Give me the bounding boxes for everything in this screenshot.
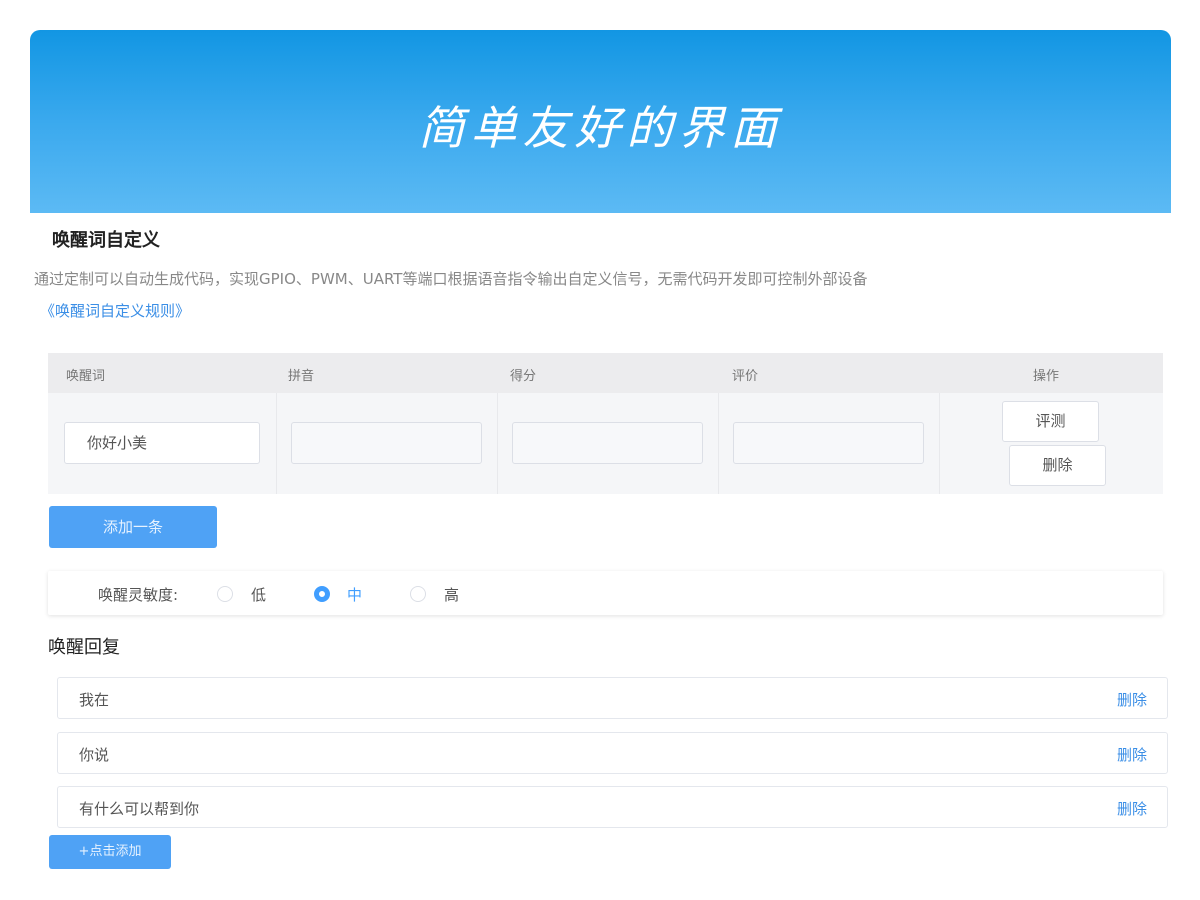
sensitivity-medium-label[interactable]: 中 [347, 584, 362, 605]
sensitivity-label: 唤醒灵敏度: [98, 586, 179, 604]
pinyin-field[interactable] [291, 422, 482, 464]
reply-delete-link[interactable]: 删除 [1117, 744, 1147, 765]
evaluation-field[interactable] [733, 422, 924, 464]
column-header-actions: 操作 [1033, 369, 1060, 384]
column-header-pinyin: 拼音 [288, 369, 315, 384]
column-divider [718, 393, 719, 494]
column-divider [939, 393, 940, 494]
sensitivity-high-radio[interactable] [410, 586, 426, 602]
sensitivity-low-radio[interactable] [217, 586, 233, 602]
section-title: 唤醒词自定义 [52, 230, 160, 251]
banner-title: 简单友好的界面 [418, 101, 783, 155]
add-one-button[interactable]: 添加一条 [49, 506, 217, 548]
delete-row-button[interactable]: 删除 [1009, 445, 1106, 486]
header-banner: 简单友好的界面 [30, 30, 1171, 213]
sensitivity-medium-radio[interactable] [314, 586, 330, 602]
sensitivity-low-label[interactable]: 低 [251, 584, 266, 605]
evaluate-button[interactable]: 评测 [1002, 401, 1099, 442]
column-divider [276, 393, 277, 494]
sensitivity-panel: 唤醒灵敏度: 低 中 高 [48, 571, 1163, 615]
reply-item-text[interactable]: 我在 [79, 689, 109, 710]
reply-section-title: 唤醒回复 [48, 637, 120, 658]
sensitivity-high-label[interactable]: 高 [444, 584, 459, 605]
section-description: 通过定制可以自动生成代码，实现GPIO、PWM、UART等端口根据语音指令输出自… [34, 270, 868, 288]
wake-word-input[interactable]: 你好小美 [64, 422, 260, 464]
reply-item: 你说 删除 [57, 732, 1168, 774]
column-header-score: 得分 [510, 369, 537, 384]
add-reply-button[interactable]: +点击添加 [49, 835, 171, 869]
score-field[interactable] [512, 422, 703, 464]
column-divider [497, 393, 498, 494]
reply-delete-link[interactable]: 删除 [1117, 798, 1147, 819]
rule-link[interactable]: 《唤醒词自定义规则》 [40, 300, 190, 321]
reply-item: 有什么可以帮到你 删除 [57, 786, 1168, 828]
table-header: 唤醒词 拼音 得分 评价 操作 [48, 353, 1163, 393]
reply-item: 我在 删除 [57, 677, 1168, 719]
reply-item-text[interactable]: 有什么可以帮到你 [79, 798, 199, 819]
column-header-wake-word: 唤醒词 [66, 369, 106, 384]
reply-item-text[interactable]: 你说 [79, 744, 109, 765]
reply-delete-link[interactable]: 删除 [1117, 689, 1147, 710]
column-header-evaluation: 评价 [732, 369, 759, 384]
wake-word-table: 唤醒词 拼音 得分 评价 操作 你好小美 评测 删除 [48, 353, 1163, 494]
